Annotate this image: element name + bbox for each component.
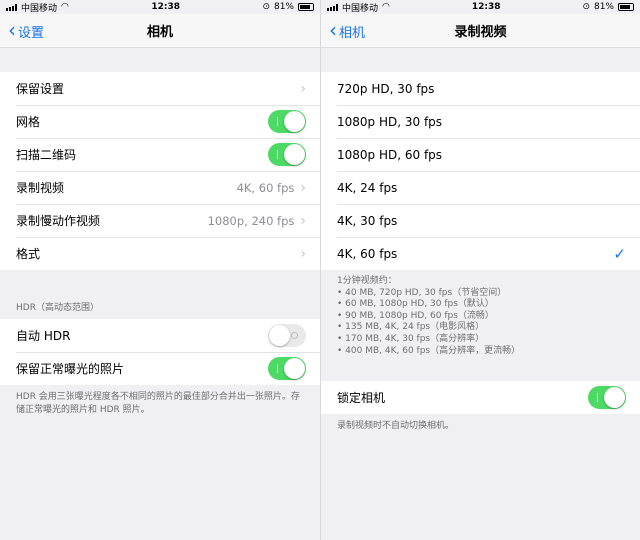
chevron-right-icon: › (300, 212, 306, 229)
rotation-lock-icon: ⊙ (262, 2, 270, 12)
row-preserve-settings[interactable]: 保留设置 › (0, 72, 320, 105)
info-line: • 90 MB, 1080p HD, 60 fps（流畅） (337, 310, 494, 321)
back-button[interactable]: ‹ 设置 (8, 14, 44, 48)
option-1080p-30[interactable]: 1080p HD, 30 fps (321, 105, 640, 138)
nav-bar: ‹ 相机 录制视频 (321, 14, 640, 48)
row-lock-camera: 锁定相机 (321, 381, 640, 414)
option-label: 4K, 24 fps (337, 180, 398, 195)
signal-icon (327, 3, 338, 11)
row-label: 录制视频 (16, 181, 65, 195)
video-format-options: 720p HD, 30 fps 1080p HD, 30 fps 1080p H… (321, 72, 640, 270)
nav-bar: ‹ 设置 相机 (0, 14, 320, 48)
hdr-options-group: 自动 HDR 保留正常曝光的照片 (0, 319, 320, 385)
status-time: 12:38 (471, 2, 501, 12)
lock-camera-toggle[interactable] (588, 386, 626, 410)
hdr-section-header: HDR（高动态范围） (16, 303, 99, 313)
option-4k-30[interactable]: 4K, 30 fps (321, 204, 640, 237)
camera-options-group: 保留设置 › 网格 扫描二维码 录制视频 4K, 60 fps › 录制慢动作视频… (0, 72, 320, 270)
status-bar: 中国移动 ◠ 12:38 ⊙ 81% (321, 0, 640, 14)
video-size-info: 1分钟视频约： • 40 MB, 720p HD, 30 fps（节省空间） •… (321, 270, 640, 361)
option-4k-60[interactable]: 4K, 60 fps ✓ (321, 237, 640, 270)
option-label: 4K, 30 fps (337, 213, 398, 228)
chevron-left-icon: ‹ (8, 18, 16, 42)
info-line: 1分钟视频约： (337, 276, 397, 286)
back-button[interactable]: ‹ 相机 (329, 14, 365, 48)
page-title: 相机 (146, 25, 173, 40)
info-line: • 135 MB, 4K, 24 fps（电影风格） (337, 322, 485, 333)
battery-icon (618, 3, 634, 11)
wifi-icon: ◠ (61, 2, 69, 12)
chevron-right-icon: › (300, 179, 306, 196)
carrier-label: 中国移动 (21, 3, 58, 14)
back-label: 设置 (18, 25, 45, 41)
option-4k-24[interactable]: 4K, 24 fps (321, 171, 640, 204)
hdr-footer: HDR 会用三张曝光程度各不相同的照片的最佳部分合并出一张照片。存储正常曝光的照… (16, 392, 300, 415)
status-bar: 中国移动 ◠ 12:38 ⊙ 81% (0, 0, 320, 14)
row-formats[interactable]: 格式 › (0, 237, 320, 270)
rotation-lock-icon: ⊙ (582, 2, 590, 12)
status-time: 12:38 (151, 2, 180, 12)
wifi-icon: ◠ (382, 2, 390, 12)
option-1080p-60[interactable]: 1080p HD, 60 fps (321, 138, 640, 171)
grid-toggle[interactable] (268, 110, 306, 133)
battery-icon (298, 3, 314, 11)
row-keep-normal-photo: 保留正常曝光的照片 (0, 352, 320, 385)
option-label: 4K, 60 fps (337, 246, 398, 261)
record-video-screen: 中国移动 ◠ 12:38 ⊙ 81% ‹ 相机 录制视频 720p HD, 30… (320, 0, 640, 540)
scan-qr-toggle[interactable] (268, 143, 306, 166)
row-grid: 网格 (0, 105, 320, 138)
option-label: 1080p HD, 30 fps (337, 114, 443, 129)
row-label: 录制慢动作视频 (16, 214, 101, 228)
chevron-left-icon: ‹ (329, 18, 337, 42)
info-line: • 60 MB, 1080p HD, 30 fps（默认） (337, 299, 494, 310)
option-720p-30[interactable]: 720p HD, 30 fps (321, 72, 640, 105)
screenshot-pair: 中国移动 ◠ 12:38 ⊙ 81% ‹ 设置 相机 保留设置 › 网格 扫描二… (0, 0, 640, 540)
lock-camera-footer: 录制视频时不自动切换相机。 (337, 421, 455, 432)
info-line: • 40 MB, 720p HD, 30 fps（节省空间） (337, 287, 507, 298)
row-label: 格式 (16, 247, 41, 261)
signal-icon (6, 3, 17, 11)
checkmark-icon: ✓ (613, 244, 626, 263)
row-label: 自动 HDR (16, 329, 71, 343)
option-label: 1080p HD, 60 fps (337, 147, 443, 162)
row-record-video[interactable]: 录制视频 4K, 60 fps › (0, 171, 320, 204)
row-label: 保留设置 (16, 82, 65, 96)
battery-percent: 81% (593, 2, 614, 12)
page-title: 录制视频 (454, 25, 507, 40)
row-value: 1080p, 240 fps (207, 213, 295, 228)
row-label: 网格 (16, 115, 41, 129)
chevron-right-icon: › (300, 245, 306, 262)
row-scan-qr: 扫描二维码 (0, 138, 320, 171)
row-label: 保留正常曝光的照片 (16, 362, 125, 376)
info-line: • 170 MB, 4K, 30 fps（高分辨率） (337, 333, 485, 344)
row-auto-hdr: 自动 HDR (0, 319, 320, 352)
option-label: 720p HD, 30 fps (337, 81, 435, 96)
keep-normal-photo-toggle[interactable] (268, 357, 306, 380)
row-value: 4K, 60 fps (236, 180, 295, 195)
info-line: • 400 MB, 4K, 60 fps（高分辨率，更流畅） (337, 345, 521, 356)
camera-settings-screen: 中国移动 ◠ 12:38 ⊙ 81% ‹ 设置 相机 保留设置 › 网格 扫描二… (0, 0, 320, 540)
chevron-right-icon: › (300, 80, 306, 97)
row-label: 扫描二维码 (16, 148, 77, 162)
back-label: 相机 (339, 25, 366, 41)
lock-camera-group: 锁定相机 (321, 381, 640, 415)
carrier-label: 中国移动 (342, 3, 379, 14)
row-record-slomo[interactable]: 录制慢动作视频 1080p, 240 fps › (0, 204, 320, 237)
auto-hdr-toggle[interactable] (268, 324, 306, 347)
battery-percent: 81% (273, 2, 294, 12)
row-label: 锁定相机 (337, 391, 386, 406)
